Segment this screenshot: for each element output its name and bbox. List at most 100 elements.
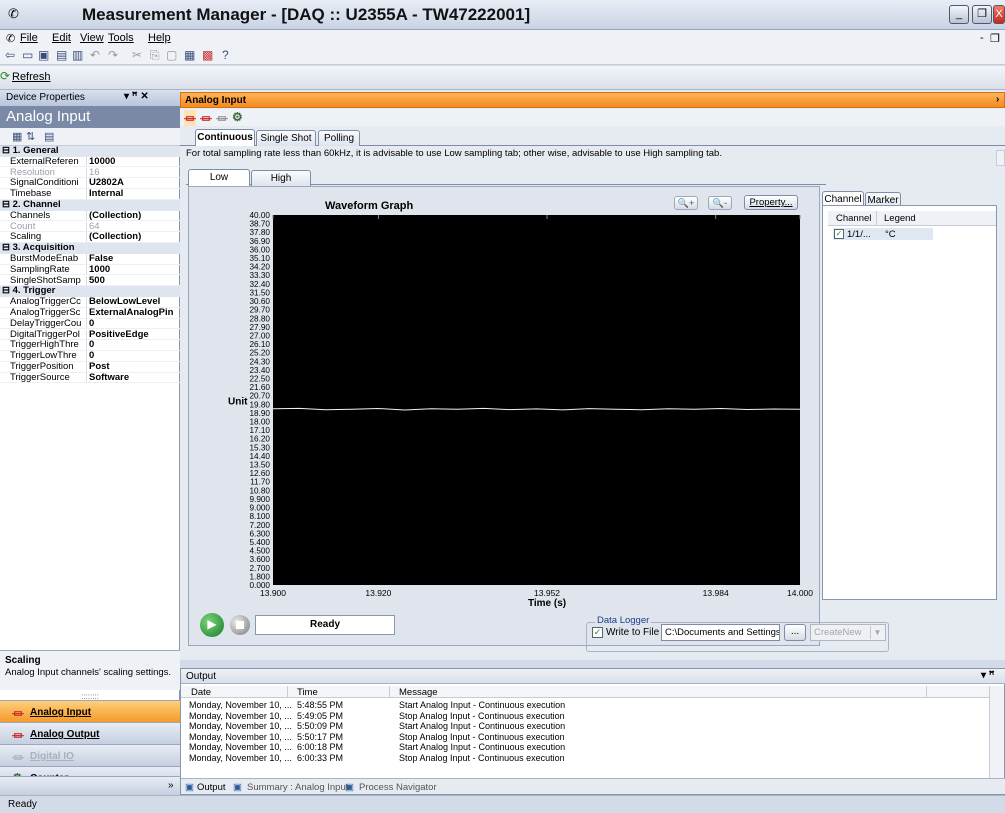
property-row[interactable]: TriggerPosition Post	[0, 362, 180, 373]
tab-polling[interactable]: Polling	[318, 130, 360, 146]
output-row[interactable]: Monday, November 10, ... 5:48:55 PM Start …	[181, 700, 981, 710]
analog-in-mode-icon[interactable]: ⏛	[184, 110, 197, 127]
menu-edit[interactable]: Edit	[52, 32, 71, 44]
waveform-chart[interactable]: Waveform Graph 40.0038.7037.8036.9036.00…	[190, 194, 820, 614]
property-value[interactable]: 64	[89, 222, 100, 232]
property-value[interactable]: 0	[89, 340, 94, 350]
property-row[interactable]: BurstModeEnab False	[0, 254, 180, 265]
menu-help[interactable]: Help	[148, 32, 171, 44]
property-row[interactable]: Count 64	[0, 221, 180, 233]
property-value[interactable]: 0	[89, 351, 94, 361]
preview-icon[interactable]: ▤	[56, 48, 67, 62]
sort-alpha-icon[interactable]: ⇅	[26, 130, 35, 143]
save-icon[interactable]: ▣	[38, 48, 49, 62]
tab-low-sampling[interactable]: Low Sampling	[188, 169, 250, 198]
document-tab-analog-input[interactable]: Analog Input ›	[180, 92, 1005, 108]
property-section[interactable]: ⊟ 1. General	[0, 146, 180, 157]
nav-analog-input[interactable]: ⏛ Analog Input	[0, 700, 180, 722]
menu-app-icon[interactable]: ✆	[6, 32, 15, 45]
cut-icon[interactable]: ✂	[132, 48, 142, 62]
property-value[interactable]: ExternalAnalogPin	[89, 308, 173, 318]
property-row[interactable]: AnalogTriggerSc ExternalAnalogPin	[0, 308, 180, 319]
menu-tools[interactable]: Tools	[108, 32, 134, 44]
output-tab-output[interactable]: Output	[197, 782, 226, 793]
property-row[interactable]: Resolution 16	[0, 167, 180, 179]
property-value[interactable]: BelowLowLevel	[89, 297, 160, 307]
property-value[interactable]: 1000	[89, 265, 110, 275]
output-col-message[interactable]: Message	[399, 687, 438, 698]
back-icon[interactable]: ⇦	[5, 48, 15, 62]
property-row[interactable]: Timebase Internal	[0, 189, 180, 200]
help-icon[interactable]: ?	[222, 48, 229, 62]
output-row[interactable]: Monday, November 10, ... 6:00:18 PM Start …	[181, 742, 981, 752]
property-row[interactable]: SamplingRate 1000	[0, 264, 180, 276]
mdi-restore-icon[interactable]: ❐	[990, 32, 1000, 45]
property-row[interactable]: TriggerSource Software	[0, 372, 180, 384]
property-value[interactable]: (Collection)	[89, 211, 141, 221]
output-col-time[interactable]: Time	[297, 687, 318, 698]
property-value[interactable]: Internal	[89, 189, 123, 199]
property-value[interactable]: U2802A	[89, 178, 124, 188]
maximize-button[interactable]: ❐	[972, 5, 992, 24]
start-button[interactable]: ▶	[200, 613, 224, 637]
mdi-minimize-icon[interactable]: -	[980, 32, 984, 44]
property-row[interactable]: Channels (Collection)	[0, 210, 180, 222]
property-value[interactable]: 16	[89, 168, 100, 178]
property-row[interactable]: ExternalReferen 10000	[0, 156, 180, 168]
property-section[interactable]: ⊟ 4. Trigger	[0, 286, 180, 297]
paste-icon[interactable]: ▢	[166, 48, 177, 62]
output-row[interactable]: Monday, November 10, ... 5:50:17 PM Stop A…	[181, 732, 981, 742]
output-row[interactable]: Monday, November 10, ... 5:49:05 PM Stop A…	[181, 711, 981, 721]
property-value[interactable]: 10000	[89, 157, 115, 167]
device-icon[interactable]: ▩	[202, 48, 213, 62]
monitor-icon[interactable]: ▦	[184, 48, 195, 62]
copy-icon[interactable]: ⎘	[150, 48, 160, 63]
property-row[interactable]: Scaling (Collection)	[0, 232, 180, 243]
undo-icon[interactable]: ↶	[90, 48, 100, 62]
nav-analog-output[interactable]: ⏛ Analog Output	[0, 722, 180, 744]
property-pages-icon[interactable]: ▤	[44, 130, 54, 143]
property-value[interactable]: Post	[89, 362, 110, 372]
property-row[interactable]: TriggerLowThre 0	[0, 351, 180, 362]
property-value[interactable]: PositiveEdge	[89, 330, 149, 340]
output-col-date[interactable]: Date	[191, 687, 211, 698]
menu-file[interactable]: File	[20, 32, 38, 44]
property-value[interactable]: 500	[89, 276, 105, 286]
property-row[interactable]: TriggerHighThre 0	[0, 340, 180, 351]
output-tab-navigator[interactable]: Process Navigator	[359, 782, 437, 793]
log-mode-select[interactable]: CreateNew ▼	[810, 624, 886, 641]
output-row[interactable]: Monday, November 10, ... 6:00:33 PM Stop A…	[181, 753, 981, 763]
channel-row[interactable]: ✓ 1/1/... °C	[833, 228, 933, 240]
redo-icon[interactable]: ↷	[108, 48, 118, 62]
close-button[interactable]: X	[993, 5, 1005, 24]
browse-button[interactable]: ...	[784, 624, 806, 641]
channel-checkbox[interactable]: ✓	[834, 229, 844, 239]
document-close-icon[interactable]: ›	[996, 94, 999, 105]
tab-single-shot[interactable]: Single Shot	[256, 130, 316, 146]
col-channel[interactable]: Channel	[836, 213, 871, 224]
stop-button[interactable]	[230, 615, 250, 635]
col-legend[interactable]: Legend	[884, 213, 916, 224]
info-scroll[interactable]	[996, 150, 1005, 166]
output-row[interactable]: Monday, November 10, ... 5:50:09 PM Start …	[181, 721, 981, 731]
output-tab-summary[interactable]: Summary : Analog Input	[247, 782, 348, 793]
categorized-icon[interactable]: ▦	[12, 130, 22, 143]
tab-high-sampling[interactable]: High Sampling	[251, 170, 311, 199]
property-row[interactable]: SignalConditioni U2802A	[0, 178, 180, 189]
output-scrollbar[interactable]	[989, 686, 1004, 778]
property-value[interactable]: False	[89, 254, 113, 264]
panel-controls[interactable]: ▾ ꟸ ✕	[124, 91, 149, 102]
nav-expand-icon[interactable]: »	[168, 780, 174, 791]
property-section[interactable]: ⊟ 3. Acquisition	[0, 243, 180, 254]
property-row[interactable]: AnalogTriggerCc BelowLowLevel	[0, 297, 180, 308]
property-row[interactable]: DigitalTriggerPol PositiveEdge	[0, 329, 180, 341]
output-pin-icon[interactable]: ▾ ꟸ	[981, 670, 995, 681]
property-section[interactable]: ⊟ 2. Channel	[0, 200, 180, 211]
property-row[interactable]: DelayTriggerCou 0	[0, 318, 180, 330]
counter-mode-icon[interactable]: ⚙	[232, 110, 243, 124]
log-path-input[interactable]: C:\Documents and Settings\A	[661, 624, 780, 641]
splitter-grip[interactable]: ::::::::	[60, 692, 120, 701]
digital-mode-icon[interactable]: ⏛	[216, 110, 228, 127]
property-row[interactable]: SingleShotSamp 500	[0, 275, 180, 287]
property-value[interactable]: (Collection)	[89, 232, 141, 242]
